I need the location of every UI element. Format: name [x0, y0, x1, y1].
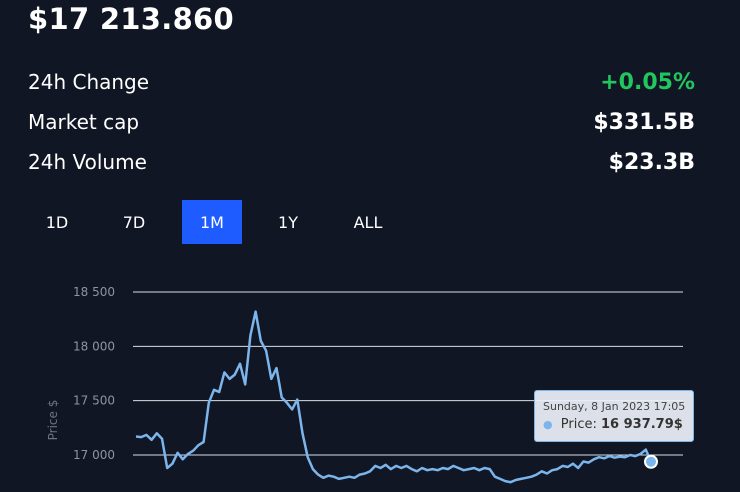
stat-label: Market cap [28, 110, 140, 134]
y-tick-label: 18 000 [73, 339, 115, 353]
tab-all[interactable]: ALL [334, 200, 402, 244]
stat-market-cap: Market cap $331.5B [28, 102, 695, 142]
price-chart[interactable]: 17 000 17 500 18 000 18 500 Price $ [0, 270, 740, 492]
tooltip-value: 16 937.79$ [600, 417, 683, 432]
tooltip-price-row: ● Price: 16 937.79$ [543, 417, 683, 432]
stat-label: 24h Volume [28, 150, 147, 174]
y-axis-title: Price $ [46, 400, 60, 441]
tab-1m[interactable]: 1M [182, 200, 242, 244]
y-axis-ticks: 17 000 17 500 18 000 18 500 [73, 285, 115, 462]
stat-label: 24h Change [28, 70, 150, 94]
series-dot-icon: ● [543, 418, 553, 431]
stat-value: $331.5B [593, 109, 695, 135]
stats-panel: 24h Change +0.05% Market cap $331.5B 24h… [28, 62, 695, 182]
price-tooltip: Sunday, 8 Jan 2023 17:05 ● Price: 16 937… [534, 390, 694, 442]
y-tick-label: 18 500 [73, 285, 115, 299]
current-price: $17 213.860 [28, 2, 235, 36]
stat-value: +0.05% [600, 69, 695, 95]
tooltip-label: Price: [560, 417, 597, 432]
y-tick-label: 17 500 [73, 394, 115, 408]
stat-24h-change: 24h Change +0.05% [28, 62, 695, 102]
stat-24h-volume: 24h Volume $23.3B [28, 142, 695, 182]
stat-value: $23.3B [608, 149, 695, 175]
hover-point-marker [644, 454, 658, 469]
tab-1y[interactable]: 1Y [242, 200, 334, 244]
tab-7d[interactable]: 7D [86, 200, 182, 244]
y-tick-label: 17 000 [73, 448, 115, 462]
timeframe-tabs: 1D 7D 1M 1Y ALL [28, 200, 402, 244]
tooltip-date: Sunday, 8 Jan 2023 17:05 [543, 400, 686, 413]
tab-1d[interactable]: 1D [28, 200, 86, 244]
